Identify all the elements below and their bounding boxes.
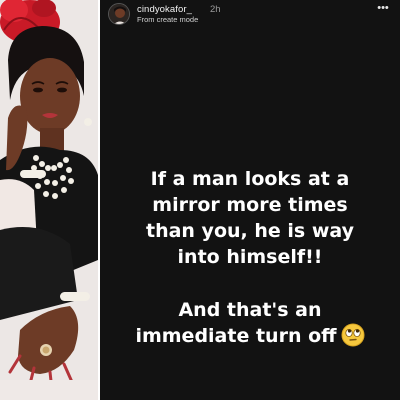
story-text-line-with-emoji: immediate turn off [104, 323, 396, 349]
woman-portrait-icon [0, 0, 98, 400]
story-panel: cindyokafor_ 2h From create mode ••• If … [100, 0, 400, 400]
story-text-line: immediate turn off [135, 325, 337, 347]
username-link[interactable]: cindyokafor_ [137, 4, 192, 15]
post-timestamp: 2h [210, 4, 221, 15]
bracelet-icon [20, 170, 46, 178]
story-text: If a man looks at a mirror more times th… [104, 166, 396, 349]
story-text-line: If a man looks at a [150, 168, 350, 190]
face-with-rolling-eyes-icon [341, 323, 365, 347]
more-horizontal-icon: ••• [377, 2, 389, 14]
avatar-icon [109, 4, 129, 24]
story-subtitle: From create mode [137, 15, 199, 24]
woman-portrait-photo [0, 0, 98, 400]
story-text-line: mirror more times [152, 194, 348, 216]
story-text-line: into himself!! [177, 246, 323, 268]
more-options-button[interactable]: ••• [374, 2, 392, 16]
avatar[interactable] [108, 3, 130, 25]
story-header: cindyokafor_ 2h From create mode ••• [100, 0, 400, 28]
story-text-line: And that's an [178, 299, 322, 321]
story-text-line: than you, he is way [145, 220, 354, 242]
